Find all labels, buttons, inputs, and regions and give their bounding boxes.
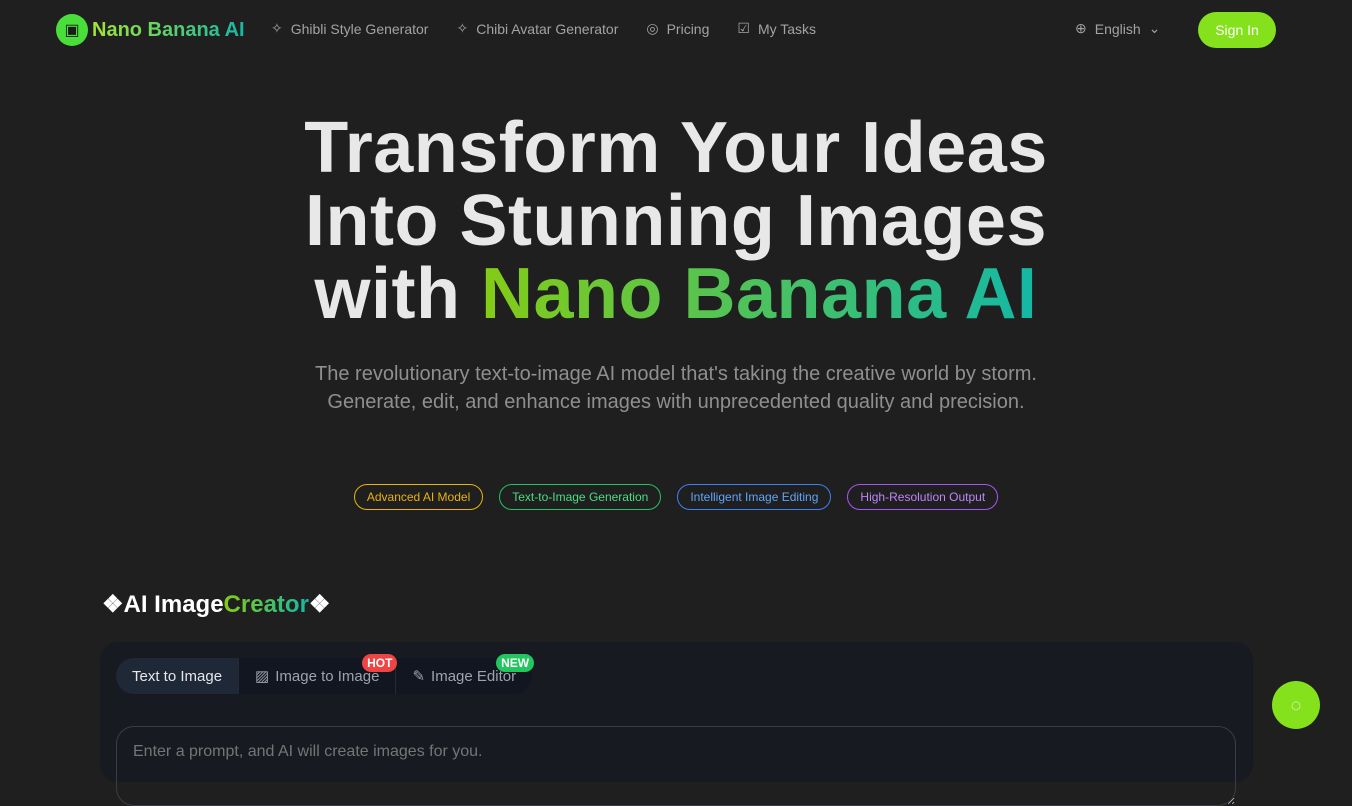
- language-label: English: [1094, 20, 1141, 37]
- image-icon: ▨: [255, 668, 270, 685]
- creator-panel: Text to Image ▨ Image to Image HOT ✎ Image …: [100, 642, 1253, 806]
- tab-image-to-image[interactable]: ▨ Image to Image HOT: [239, 654, 398, 694]
- brand-name: Nano Banana AI: [92, 18, 245, 41]
- top-nav: ▣ Nano Banana AI ✧ Ghibli Style Generator…: [0, 0, 1352, 60]
- checkbox-icon: ☑: [737, 20, 750, 36]
- hero-subtitle: The revolutionary text-to-image AI model…: [315, 363, 1037, 413]
- nav-label: Pricing: [666, 20, 710, 37]
- feature-tag: High-Resolution Output: [847, 484, 999, 510]
- chevron-down-icon: ⌄: [1148, 20, 1161, 36]
- feature-tag: Text-to-Image Generation: [499, 484, 662, 510]
- hero-brand: Nano Banana AI: [481, 254, 1038, 334]
- feature-tags: Advanced AI Model Text-to-Image Generati…: [0, 484, 1352, 510]
- hero-title: Transform Your Ideas Into Stunning Image…: [0, 112, 1352, 331]
- tab-image-editor[interactable]: ✎ Image Editor NEW: [396, 654, 535, 694]
- nav-label: Ghibli Style Generator: [290, 20, 429, 37]
- nav-my-tasks[interactable]: ☑ My Tasks: [737, 20, 816, 37]
- nav-label: Chibi Avatar Generator: [476, 20, 619, 37]
- feature-tag: Advanced AI Model: [353, 484, 484, 510]
- coin-icon: ◎: [646, 20, 659, 36]
- prompt-input[interactable]: [116, 726, 1236, 806]
- hot-badge: HOT: [362, 654, 398, 672]
- creator-tabs: Text to Image ▨ Image to Image HOT ✎ Image …: [116, 654, 535, 694]
- new-badge: NEW: [496, 654, 535, 672]
- nav-ghibli[interactable]: ✧ Ghibli Style Generator: [271, 20, 428, 37]
- nav-chibi[interactable]: ✧ Chibi Avatar Generator: [456, 20, 618, 37]
- sign-in-button[interactable]: Sign In: [1198, 12, 1276, 48]
- brand-logo[interactable]: ▣ Nano Banana AI: [56, 14, 245, 46]
- globe-icon: ⊕: [1075, 20, 1087, 36]
- creator-title: ❖AI ImageCreator❖: [102, 590, 330, 619]
- feature-tag: Intelligent Image Editing: [677, 484, 832, 510]
- title-part: AI Image: [123, 591, 224, 618]
- title-part: Creator: [223, 591, 309, 618]
- sparkle-icon: ❖: [102, 591, 124, 618]
- sparkles-icon: ✧: [271, 20, 283, 36]
- chat-button[interactable]: ◌: [1272, 681, 1320, 729]
- logo-icon: ▣: [56, 14, 88, 46]
- pencil-icon: ✎: [412, 668, 426, 685]
- nav-pricing[interactable]: ◎ Pricing: [646, 20, 709, 37]
- hero-line-2: Into Stunning Images: [305, 181, 1047, 261]
- sparkles-icon: ✧: [456, 20, 469, 36]
- sparkle-icon: ❖: [308, 591, 331, 618]
- chat-icon: ◌: [1290, 694, 1302, 715]
- nav-label: My Tasks: [757, 20, 817, 37]
- hero-line-1: Transform Your Ideas: [304, 108, 1048, 188]
- tab-label: Image to Image: [275, 667, 380, 685]
- hero-line-3: with: [314, 254, 482, 334]
- language-select[interactable]: ⊕ English ⌄: [1075, 20, 1160, 37]
- tab-text-to-image[interactable]: Text to Image: [116, 658, 240, 694]
- tab-label: Text to Image: [132, 667, 223, 685]
